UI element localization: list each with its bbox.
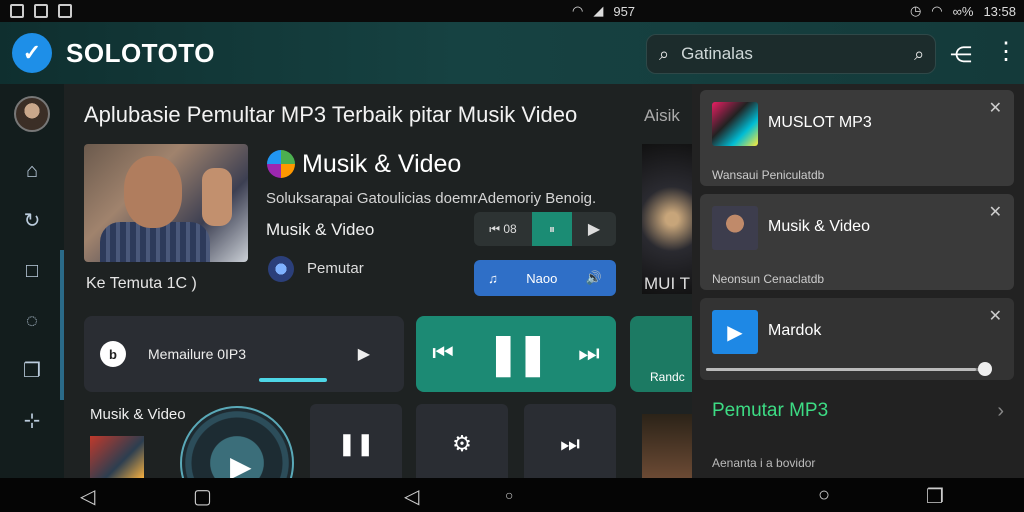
pemutar-mp3-link[interactable]: Pemutar MP3	[712, 400, 828, 422]
panel-footer-text: Aenanta i a bovidor	[712, 456, 816, 470]
mail-icon	[58, 4, 72, 18]
peek-thumbnail-2[interactable]	[642, 414, 692, 478]
peek-caption: MUI T	[644, 274, 690, 293]
mini-pause-button[interactable]: ⏸	[532, 212, 572, 246]
notification-icon	[10, 4, 24, 18]
home-dot-icon[interactable]: ○	[505, 487, 513, 503]
chevron-right-icon[interactable]: ›	[997, 400, 1004, 423]
system-nav-bar: ◁ ▢ ◁ ○ ○ ❐	[0, 478, 1024, 512]
page-title: Aplubasie Pemultar MP3 Terbaik pitar Mus…	[84, 102, 578, 127]
notification-card[interactable]: Musik & Video Neonsun Cenaclatdb ✕	[700, 194, 1014, 290]
tile-next[interactable]: ⏭	[524, 404, 616, 478]
square-nav-icon[interactable]: ▢	[193, 484, 212, 509]
recents-icon[interactable]: ❐	[926, 484, 944, 509]
share-icon[interactable]: ⋲	[950, 42, 972, 68]
mp3-now-playing-card[interactable]: b Memailure 0IP3 ▶	[84, 316, 404, 392]
search-submit-icon[interactable]: ⌕	[914, 44, 924, 65]
back-icon[interactable]: ◁	[80, 484, 95, 509]
clock: 13:58	[983, 3, 1016, 19]
track-count-label: Ke Temuta 1C )	[86, 275, 197, 292]
volume-slider-fill	[706, 368, 976, 371]
close-icon[interactable]: ✕	[989, 306, 1002, 326]
folder-icon[interactable]: ⌂	[21, 160, 43, 182]
hero-face	[124, 156, 182, 228]
audio-action-button[interactable]: ♫ Naoo 🔊	[474, 260, 616, 296]
tile-pause[interactable]: ❚❚	[310, 404, 402, 478]
play-icon: ▶	[230, 451, 252, 478]
audio-action-label: Naoo	[526, 270, 558, 286]
playback-controls: ⏮ ❚❚ ⏭	[416, 316, 616, 392]
peek-thumbnail-1[interactable]	[642, 144, 692, 294]
mp3-progress-bar	[259, 378, 327, 382]
peek-column: Aisik MUI T Randc	[630, 84, 692, 478]
pause-icon[interactable]: ❚❚	[486, 331, 549, 377]
card-title: Musik & Video	[302, 150, 462, 178]
notification-thumbnail	[712, 206, 758, 250]
status-mid-text: 957	[613, 3, 636, 19]
mini-prev-button[interactable]: ⏮ 08	[474, 212, 532, 246]
wifi-icon-right: ◠	[931, 3, 943, 18]
chat-icon[interactable]: ◌	[21, 310, 43, 332]
main-content: Aplubasie Pemultar MP3 Terbaik pitar Mus…	[64, 84, 692, 478]
sync-icon[interactable]: ↻	[21, 210, 43, 232]
copy-icon[interactable]: ❐	[21, 360, 43, 382]
notification-thumbnail	[712, 102, 758, 146]
mp3-card-label: Memailure 0IP3	[148, 346, 247, 362]
skip-next-icon[interactable]: ⏭	[578, 340, 600, 368]
volume-slider-track[interactable]	[706, 368, 984, 371]
app-logo-icon[interactable]: ✓	[12, 33, 52, 73]
hero-thumbnail[interactable]	[84, 144, 248, 262]
back-icon-secondary[interactable]: ◁	[404, 484, 419, 509]
app-bar: ✓ SOLOTOTO ⌕ ⌕ ⋲ ⋮	[0, 22, 1024, 84]
signal-icon: ◢	[593, 3, 604, 18]
big-play-button[interactable]: ▶	[180, 406, 294, 478]
peek-label: Aisik	[644, 106, 680, 125]
status-bar: ◠ ◢ 957 ◷ ◠ ∞% 13:58	[0, 0, 1024, 22]
hero-hand	[202, 168, 232, 226]
avatar[interactable]	[14, 96, 50, 132]
player-logo-icon	[268, 256, 294, 282]
tile-settings[interactable]: ⚙	[416, 404, 508, 478]
home-icon[interactable]: ○	[818, 484, 830, 507]
navigation-rail: ⌂ ↻ □ ◌ ❐ ⊹	[0, 84, 64, 478]
mp3-play-icon[interactable]: ▶	[358, 344, 370, 364]
notification-panel: MUSLOT MP3 Wansaui Peniculatdb ✕ Musik &…	[692, 84, 1024, 478]
notification-subtitle: Neonsun Cenaclatdb	[712, 272, 825, 286]
skip-previous-icon[interactable]: ⏮	[432, 340, 454, 368]
wifi-icon: ◠	[572, 3, 584, 18]
notification-title: MUSLOT MP3	[768, 114, 872, 131]
search-icon: ⌕	[659, 43, 670, 64]
notification-title: Musik & Video	[768, 218, 870, 235]
notification-title: Mardok	[768, 322, 822, 339]
alarm-icon: ◷	[909, 3, 922, 18]
player-label: Pemutar	[307, 260, 364, 277]
app-title: SOLOTOTO	[66, 37, 215, 68]
search-box[interactable]: ⌕ ⌕	[646, 34, 936, 74]
mini-player-controls: ⏮ 08 ⏸ ▶	[474, 212, 616, 246]
notification-subtitle: Wansaui Peniculatdb	[712, 168, 825, 182]
volume-slider-thumb[interactable]	[978, 362, 992, 376]
music-note-icon: ♫	[488, 270, 498, 286]
close-icon[interactable]: ✕	[989, 98, 1002, 118]
more-vert-icon[interactable]: ⋮	[994, 40, 1018, 64]
notification-card[interactable]: MUSLOT MP3 Wansaui Peniculatdb ✕	[700, 90, 1014, 186]
gallery-icon	[34, 4, 48, 18]
music-video-app-icon	[267, 150, 295, 178]
close-icon[interactable]: ✕	[989, 202, 1002, 222]
play-icon: ▶	[712, 310, 758, 354]
mp3-logo-icon: b	[100, 341, 126, 367]
card-subtitle: Musik & Video	[266, 220, 375, 239]
card-description: Soluksarapai Gatoulicias doemrAdemoriy B…	[266, 190, 597, 207]
mini-play-button[interactable]: ▶	[572, 212, 616, 246]
video-poster-thumbnail[interactable]	[90, 436, 144, 478]
peek-green-label: Randc	[650, 370, 685, 384]
search-input[interactable]	[681, 44, 903, 64]
hero-shirt	[100, 222, 210, 262]
settings-icon[interactable]: ⊹	[21, 410, 43, 432]
section-label: Musik & Video	[90, 406, 186, 423]
volume-icon: 🔊	[585, 270, 602, 285]
square-icon[interactable]: □	[21, 260, 43, 282]
battery-text: ∞%	[952, 3, 974, 19]
